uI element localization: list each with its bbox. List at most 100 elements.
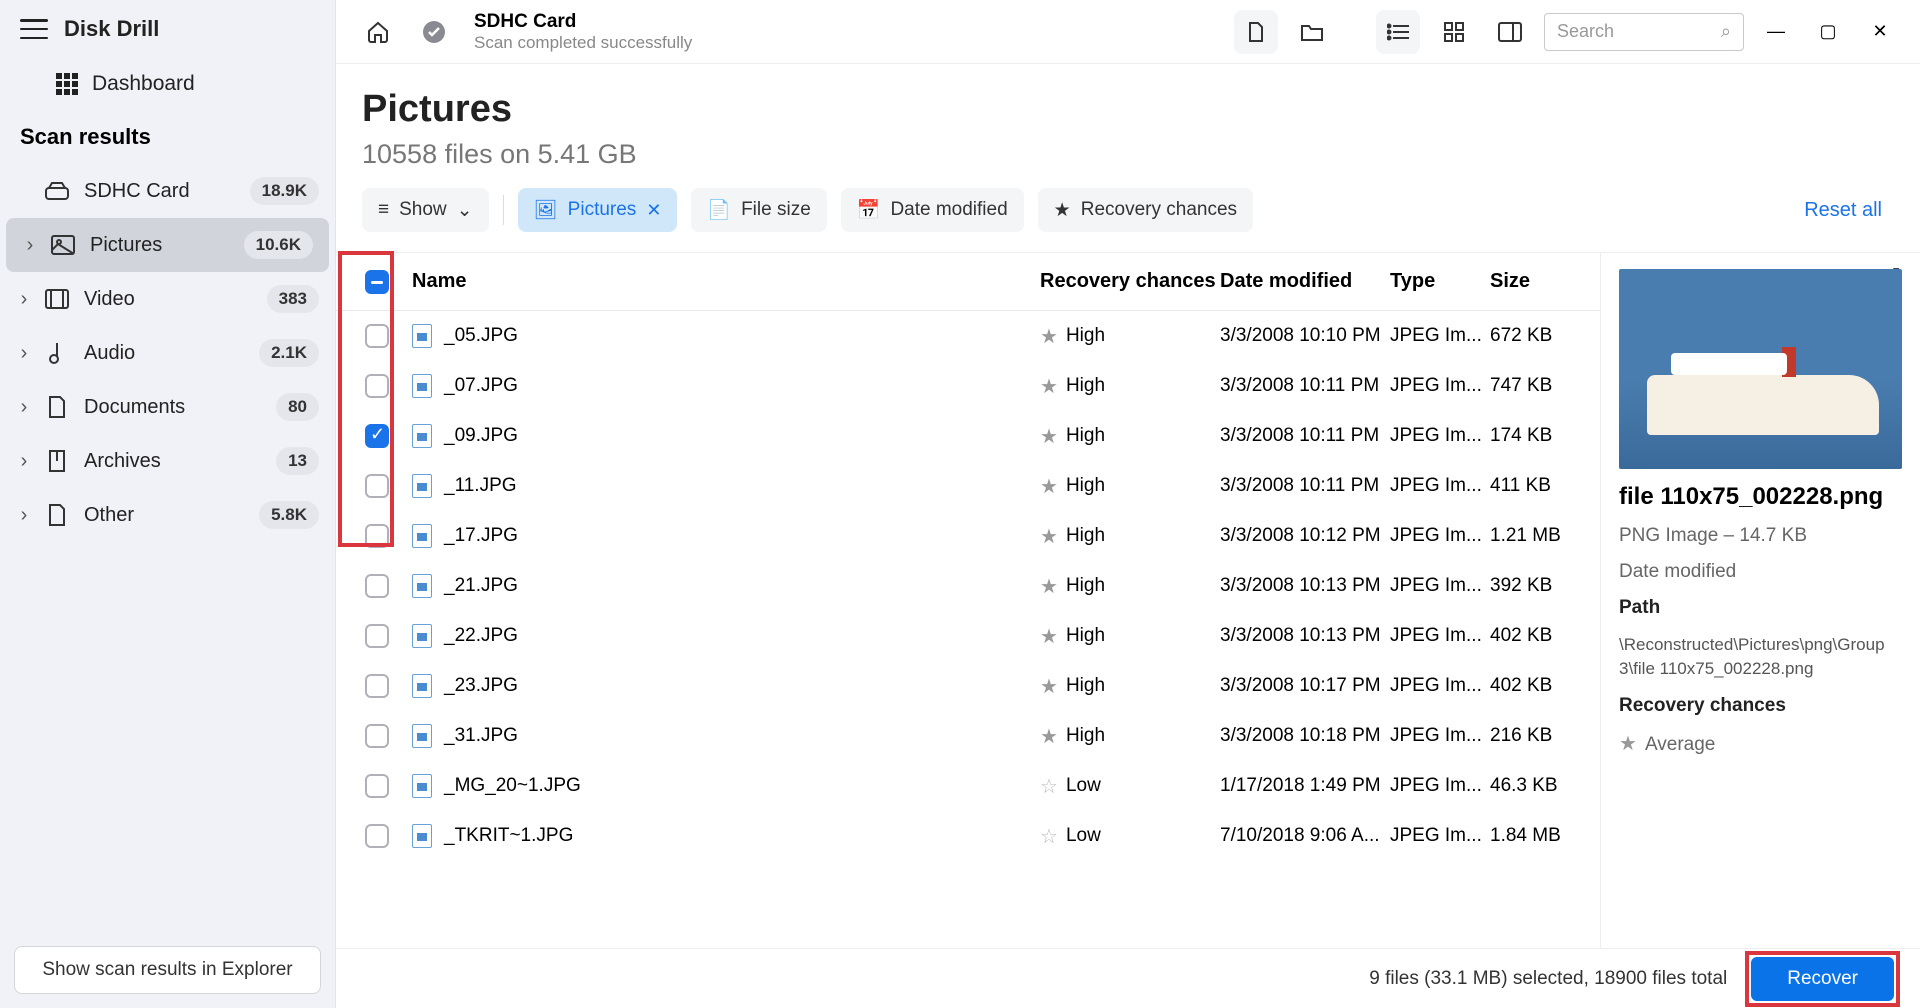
sliders-icon: ≡ [378, 199, 389, 221]
file-name: _23.JPG [444, 675, 518, 697]
star-icon: ★ [1040, 724, 1058, 749]
sidebar-item-pictures[interactable]: ›Pictures10.6K [6, 218, 329, 272]
menu-icon[interactable] [20, 19, 48, 39]
recover-button[interactable]: Recover [1751, 957, 1894, 1001]
file-name: _11.JPG [444, 475, 517, 497]
star-icon: ★ [1040, 424, 1058, 449]
maximize-button[interactable]: ▢ [1808, 21, 1848, 42]
filter-chip-pictures[interactable]: 🖼Pictures✕ [518, 188, 678, 232]
type-value: JPEG Im... [1390, 375, 1490, 397]
row-checkbox[interactable] [365, 424, 389, 448]
scan-subtitle: Scan completed successfully [474, 33, 692, 53]
row-checkbox[interactable] [365, 624, 389, 648]
panel-view-icon[interactable] [1488, 10, 1532, 54]
date-value: 3/3/2008 10:11 PM [1220, 375, 1390, 397]
nav-label: Archives [84, 450, 262, 473]
type-value: JPEG Im... [1390, 775, 1490, 797]
preview-date-label: Date modified [1619, 561, 1902, 583]
sidebar-item-audio[interactable]: ›Audio2.1K [0, 326, 335, 380]
row-checkbox[interactable] [365, 324, 389, 348]
row-checkbox[interactable] [365, 524, 389, 548]
drive-icon [44, 182, 70, 200]
sidebar-item-video[interactable]: ›Video383 [0, 272, 335, 326]
filter-chip-recovery-chances[interactable]: ★Recovery chances [1038, 188, 1253, 232]
table-row[interactable]: _17.JPG★High3/3/2008 10:12 PMJPEG Im...1… [336, 511, 1600, 561]
type-value: JPEG Im... [1390, 725, 1490, 747]
minimize-button[interactable]: — [1756, 21, 1796, 42]
file-name: _MG_20~1.JPG [444, 775, 581, 797]
table-row[interactable]: _TKRIT~1.JPG☆Low7/10/2018 9:06 A...JPEG … [336, 811, 1600, 861]
sidebar-item-sdhc-card[interactable]: SDHC Card18.9K [0, 164, 335, 218]
table-row[interactable]: _09.JPG★High3/3/2008 10:11 PMJPEG Im...1… [336, 411, 1600, 461]
col-date[interactable]: Date modified [1220, 270, 1390, 293]
list-view-icon[interactable] [1376, 10, 1420, 54]
close-icon[interactable]: ✕ [646, 200, 661, 221]
page-subtitle: 10558 files on 5.41 GB [362, 139, 1894, 170]
preview-image [1619, 269, 1902, 469]
files-view-icon[interactable] [1234, 10, 1278, 54]
star-icon: ★ [1040, 524, 1058, 549]
grid-view-icon[interactable] [1432, 10, 1476, 54]
row-checkbox[interactable] [365, 824, 389, 848]
chevron-right-icon: › [18, 450, 30, 473]
count-badge: 80 [276, 393, 319, 421]
close-button[interactable]: ✕ [1860, 21, 1900, 42]
type-value: JPEG Im... [1390, 625, 1490, 647]
table-row[interactable]: _07.JPG★High3/3/2008 10:11 PMJPEG Im...7… [336, 361, 1600, 411]
topbar: SDHC Card Scan completed successfully Se… [336, 0, 1920, 64]
nav-label: Audio [84, 342, 245, 365]
col-type[interactable]: Type [1390, 270, 1490, 293]
chevron-right-icon: › [24, 234, 36, 257]
count-badge: 2.1K [259, 339, 319, 367]
preview-rec-value: ★Average [1619, 731, 1902, 756]
doc-icon: 📄 [707, 198, 731, 222]
sidebar-item-dashboard[interactable]: Dashboard [0, 58, 335, 110]
file-name: _05.JPG [444, 325, 518, 347]
sidebar-item-documents[interactable]: ›Documents80 [0, 380, 335, 434]
table-row[interactable]: _05.JPG★High3/3/2008 10:10 PMJPEG Im...6… [336, 311, 1600, 361]
home-icon[interactable] [356, 10, 400, 54]
filter-chip-date-modified[interactable]: 📅Date modified [841, 188, 1024, 232]
row-checkbox[interactable] [365, 574, 389, 598]
reset-all-link[interactable]: Reset all [1804, 199, 1882, 222]
filter-chip-file-size[interactable]: 📄File size [691, 188, 826, 232]
nav-label: Documents [84, 396, 262, 419]
file-icon [412, 824, 432, 848]
sidebar-item-archives[interactable]: ›Archives13 [0, 434, 335, 488]
table-row[interactable]: _31.JPG★High3/3/2008 10:18 PMJPEG Im...2… [336, 711, 1600, 761]
select-all-checkbox[interactable] [365, 270, 389, 294]
folder-icon[interactable] [1290, 10, 1334, 54]
show-in-explorer-button[interactable]: Show scan results in Explorer [14, 946, 321, 994]
row-checkbox[interactable] [365, 474, 389, 498]
file-name: _17.JPG [444, 525, 518, 547]
col-name[interactable]: Name [402, 270, 1040, 293]
sidebar-item-other[interactable]: ›Other5.8K [0, 488, 335, 542]
file-icon [412, 724, 432, 748]
date-value: 3/3/2008 10:13 PM [1220, 625, 1390, 647]
file-icon [412, 774, 432, 798]
col-size[interactable]: Size [1490, 270, 1600, 293]
row-checkbox[interactable] [365, 724, 389, 748]
col-recovery[interactable]: Recovery chances [1040, 270, 1220, 293]
row-checkbox[interactable] [365, 374, 389, 398]
doc-icon [44, 395, 70, 419]
recovery-value: Low [1066, 775, 1101, 797]
table-row[interactable]: _21.JPG★High3/3/2008 10:13 PMJPEG Im...3… [336, 561, 1600, 611]
nav-label: Other [84, 504, 245, 527]
file-icon [412, 324, 432, 348]
row-checkbox[interactable] [365, 674, 389, 698]
table-row[interactable]: _22.JPG★High3/3/2008 10:13 PMJPEG Im...4… [336, 611, 1600, 661]
cal-icon: 📅 [857, 198, 881, 222]
search-input[interactable]: Search⌕ [1544, 13, 1744, 51]
scan-title-block: SDHC Card Scan completed successfully [474, 11, 692, 53]
table-row[interactable]: _MG_20~1.JPG☆Low1/17/2018 1:49 PMJPEG Im… [336, 761, 1600, 811]
file-name: _21.JPG [444, 575, 518, 597]
show-filter-button[interactable]: ≡ Show ⌄ [362, 188, 489, 232]
recovery-value: High [1066, 425, 1105, 447]
nav-label: Video [84, 288, 253, 311]
file-name: _22.JPG [444, 625, 518, 647]
row-checkbox[interactable] [365, 774, 389, 798]
table-row[interactable]: _11.JPG★High3/3/2008 10:11 PMJPEG Im...4… [336, 461, 1600, 511]
recovery-value: High [1066, 325, 1105, 347]
table-row[interactable]: _23.JPG★High3/3/2008 10:17 PMJPEG Im...4… [336, 661, 1600, 711]
